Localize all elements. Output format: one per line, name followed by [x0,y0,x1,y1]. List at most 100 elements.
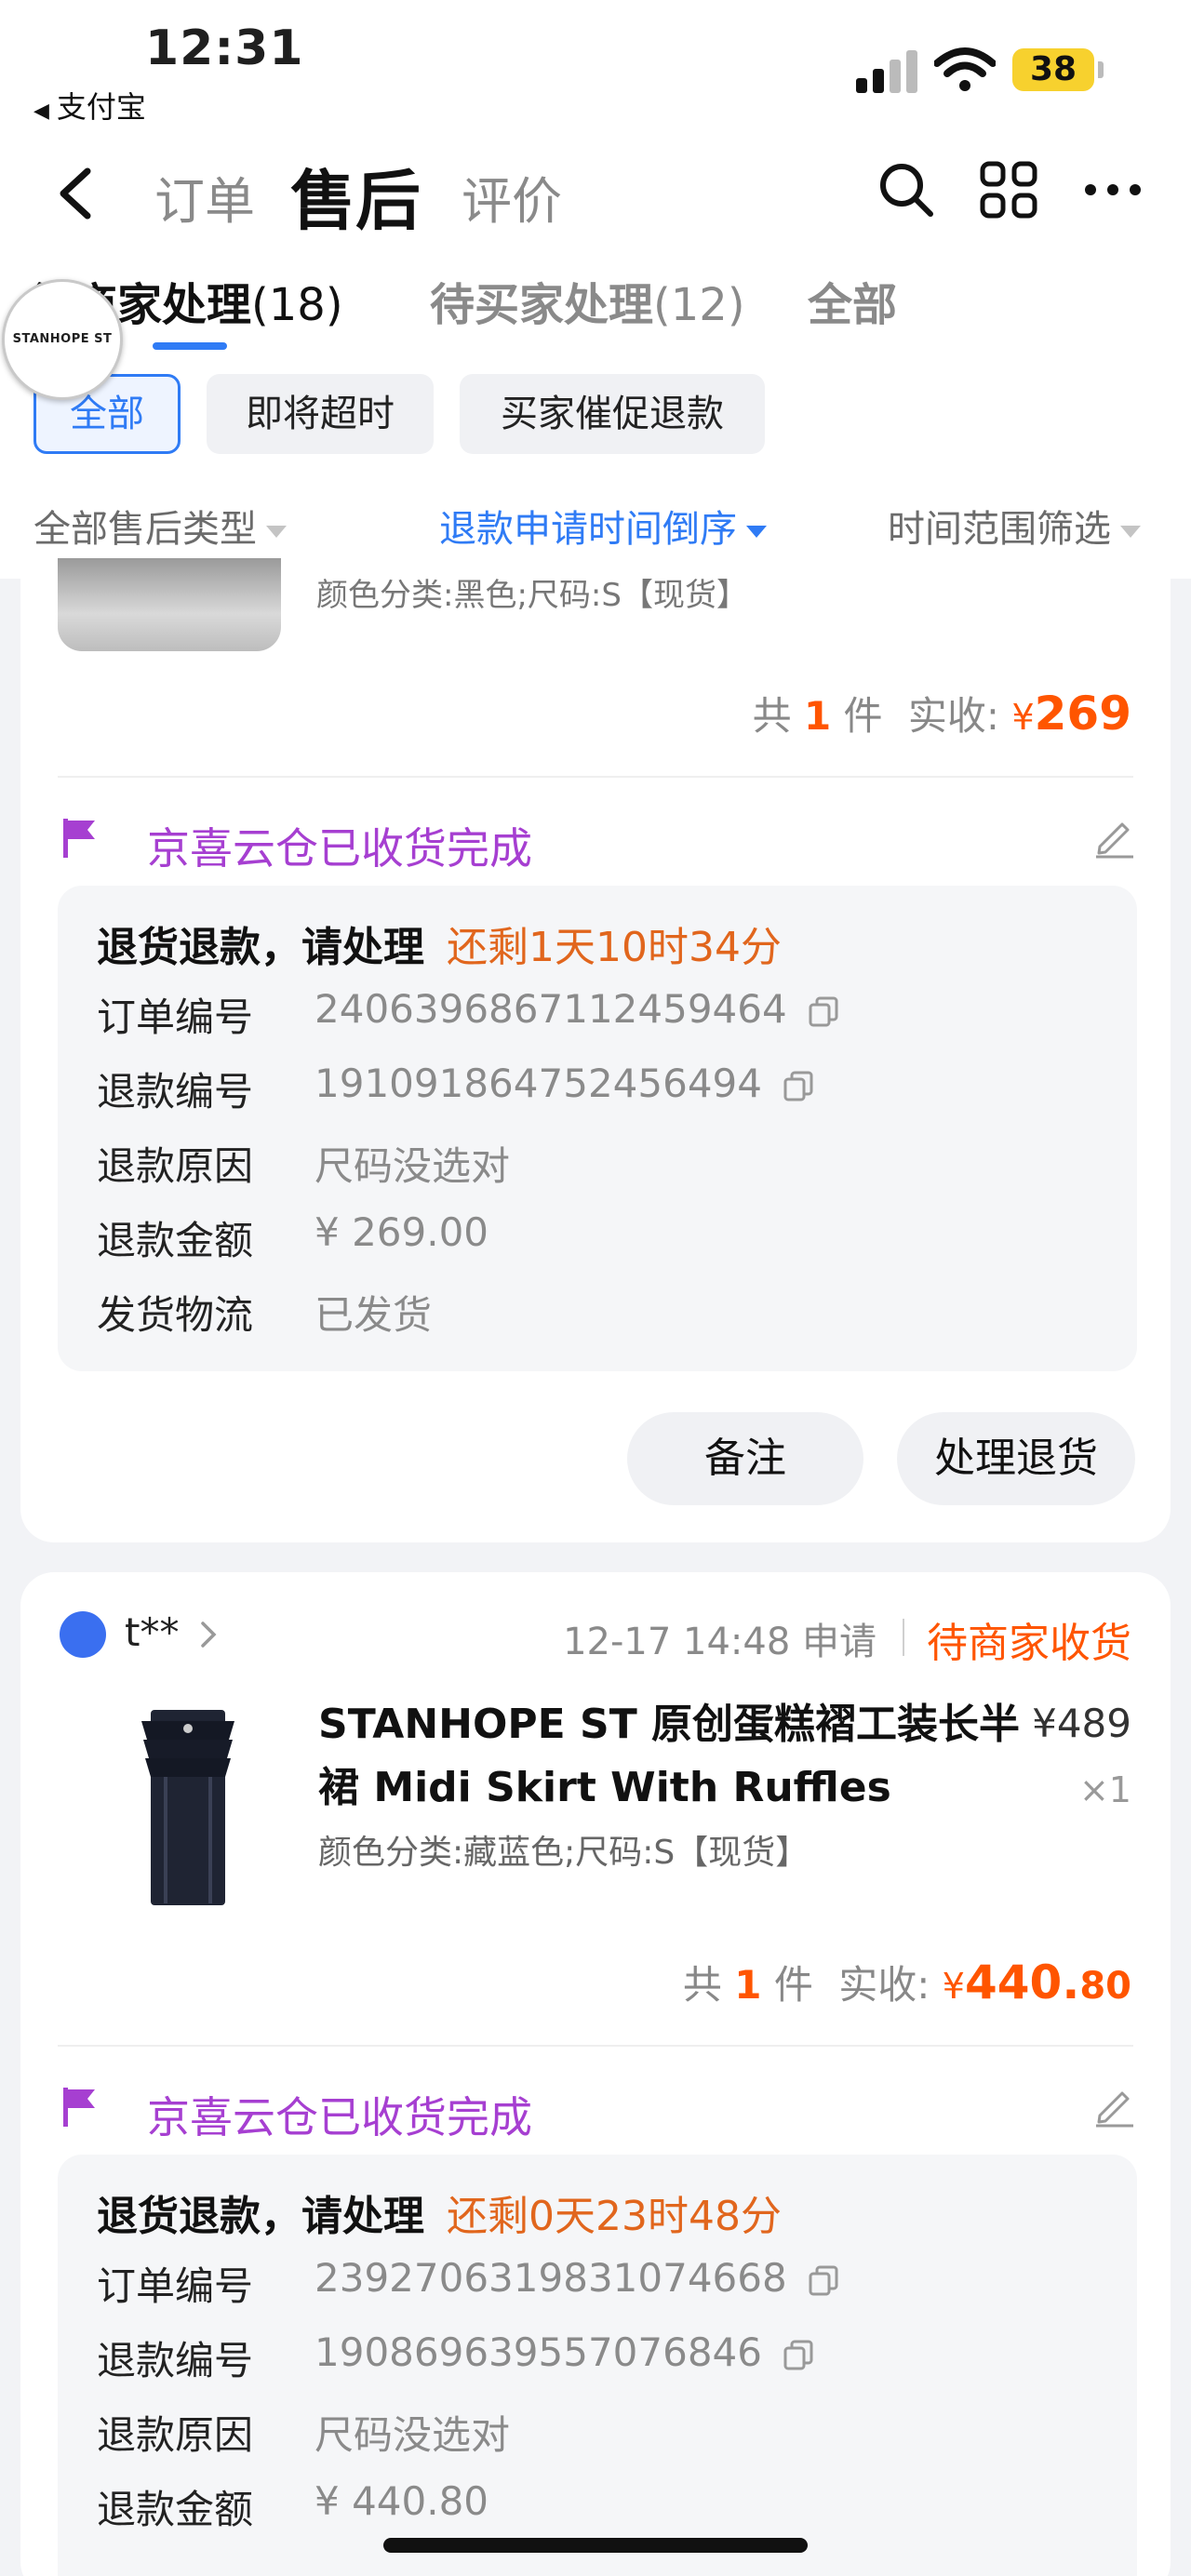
quick-filter-chips: 全部 即将超时 买家催促退款 [0,363,1191,474]
refund-reason: 尺码没选对 [314,1143,511,1189]
tab-after-sales[interactable]: 售后 [290,149,421,243]
total-label: 实收: [907,693,1000,739]
edit-icon[interactable] [1091,2082,1137,2129]
buyer-avatar-icon [60,1611,106,1658]
home-indicator[interactable] [383,2538,808,2553]
info-label: 发货物流 [97,1292,254,1338]
buyer-name[interactable]: t** [125,1609,179,1655]
refund-number: 190869639557076846 [314,2329,762,2375]
filter-label: 退款申请时间倒序 [439,508,737,551]
info-label: 退款编号 [97,2338,254,2383]
flag-icon [63,2088,95,2127]
order-number: 2392706319831074668 [314,2255,787,2301]
currency-symbol: ¥ [942,1966,965,2007]
tab-pending-buyer[interactable]: 待买家处理(12) [430,268,745,333]
back-arrow-icon[interactable] [52,166,99,221]
warehouse-status-row: 京喜云仓已收货完成 [58,2080,1137,2142]
refund-amount-row: 退款金额 ¥ 440.80 [97,2478,1102,2534]
caret-down-icon [266,525,287,538]
process-return-button[interactable]: 处理退货 [897,1412,1135,1505]
more-dots-icon[interactable] [1083,160,1143,220]
total-unit: 件 [773,1962,813,2008]
store-logo-avatar[interactable]: STANHOPE ST [2,279,123,400]
warehouse-status: 京喜云仓已收货完成 [147,2092,532,2142]
aftersale-card[interactable]: 颜色分类:黑色;尺码:S【现货】 共 1 件 实收: ¥269 京喜云仓已收货完… [20,558,1171,1542]
total-qty: 1 [734,1962,762,2008]
info-label: 退款原因 [97,2412,254,2458]
tab-label: 待买家处理 [430,279,654,331]
filter-sort-time[interactable]: 退款申请时间倒序 [439,499,767,553]
tab-all[interactable]: 全部 [808,268,897,333]
total-cents: 80 [1079,1965,1131,2008]
copy-icon[interactable] [808,2265,839,2297]
refund-number-row: 退款编号 190869639557076846 [97,2329,1102,2385]
countdown: 还剩1天10时34分 [447,924,782,971]
product-price: ¥489 [1032,1701,1131,1746]
total-unit: 件 [843,693,883,739]
product-image[interactable] [132,1710,244,1905]
order-number-row: 订单编号 2406396867112459464 [97,986,1102,1042]
order-total: 共 1 件 实收: ¥269 [753,685,1131,741]
caret-down-icon [746,525,767,538]
top-nav: 订单 售后 评价 [0,140,1191,242]
flag-icon [63,819,95,858]
search-icon[interactable] [877,160,936,220]
countdown: 还剩0天23时48分 [447,2193,782,2240]
battery-indicator: 38 [1012,48,1094,91]
clock: 12:31 [145,20,304,76]
filter-time-range[interactable]: 时间范围筛选 [888,499,1141,553]
product-title[interactable]: STANHOPE ST 原创蛋糕褶工装长半裙 Midi Skirt With R… [318,1693,1025,1820]
refund-info-box: 退货退款，请处理 还剩0天23时48分 订单编号 2392706319831074… [58,2155,1137,2576]
chip-buyer-urged-refund[interactable]: 买家催促退款 [460,374,765,454]
filter-aftersale-type[interactable]: 全部售后类型 [33,499,287,553]
refund-amount: ¥ 269.00 [314,1209,489,1255]
order-number-row: 订单编号 2392706319831074668 [97,2255,1102,2311]
refund-reason-row: 退款原因 尺码没选对 [97,2404,1102,2460]
refund-type: 退货退款，请处理 [97,2193,424,2240]
total-qty: 1 [803,693,832,739]
filter-label: 全部售后类型 [33,508,257,551]
grid-menu-icon[interactable] [979,160,1038,220]
back-app-label: 支付宝 [56,89,146,125]
battery-tip [1098,61,1104,78]
applied-time: 12-17 14:48 申请 [563,1621,877,1663]
info-label: 订单编号 [97,2263,254,2309]
info-value: 2392706319831074668 [314,2255,839,2301]
tab-reviews[interactable]: 评价 [462,160,562,234]
chevron-right-icon[interactable] [197,1621,220,1648]
warehouse-status-row: 京喜云仓已收货完成 [58,811,1137,874]
aftersale-card[interactable]: t** 12-17 14:48 申请 待商家收货 STANHOPE ST 原创蛋… [20,1572,1171,2576]
refund-amount-row: 退款金额 ¥ 269.00 [97,1209,1102,1265]
cellular-signal-icon [856,50,921,93]
info-label: 订单编号 [97,994,254,1040]
product-sku: 颜色分类:藏蓝色;尺码:S【现货】 [318,1834,810,1872]
info-label: 退款金额 [97,1218,254,1263]
chip-about-to-timeout[interactable]: 即将超时 [207,374,434,454]
refund-reason-row: 退款原因 尺码没选对 [97,1135,1102,1191]
note-button[interactable]: 备注 [627,1412,863,1505]
back-to-app-link[interactable]: ◀ 支付宝 [33,84,146,127]
wifi-icon [934,47,996,91]
copy-icon[interactable] [808,996,839,1028]
refund-type: 退货退款，请处理 [97,924,424,971]
order-total: 共 1 件 实收: ¥440.80 [683,1954,1131,2010]
refund-number: 191091864752456494 [314,1061,762,1106]
copy-icon[interactable] [783,1071,814,1102]
info-label: 退款金额 [97,2487,254,2532]
copy-icon[interactable] [783,2340,814,2371]
status-tabs: 待商家处理(18) 待买家处理(12) 全部 [0,242,1191,363]
filter-label: 时间范围筛选 [888,508,1111,551]
info-value: 190869639557076846 [314,2329,814,2375]
tab-orders[interactable]: 订单 [154,160,255,234]
product-quantity: ×1 [1078,1769,1131,1810]
card-header: t** 12-17 14:48 申请 待商家收货 [58,1608,1137,1667]
product-sku: 颜色分类:黑色;尺码:S【现货】 [316,577,748,614]
currency-symbol: ¥ [1011,697,1035,738]
shipping-status: 已发货 [314,1292,433,1338]
status-badge: 待商家收货 [927,1620,1131,1667]
product-thumbnail[interactable] [58,558,281,651]
info-label: 退款原因 [97,1143,254,1189]
refund-number-row: 退款编号 191091864752456494 [97,1061,1102,1116]
total-amount: 440. [964,1955,1080,2009]
edit-icon[interactable] [1091,813,1137,860]
